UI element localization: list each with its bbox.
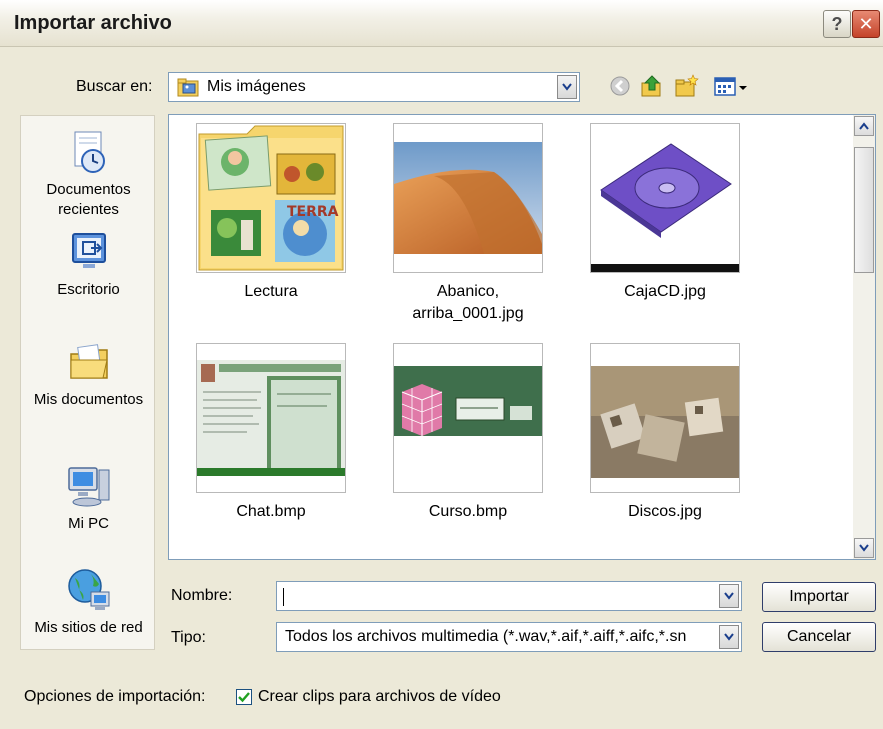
- import-dialog: Importar archivo ? ✕ Buscar en: Mis imág…: [0, 0, 883, 729]
- import-button[interactable]: Importar: [762, 582, 876, 612]
- image-thumbnail: [196, 343, 346, 493]
- checkmark-icon: [238, 692, 250, 703]
- chevron-down-icon: [859, 544, 869, 552]
- file-name: CajaCD.jpg: [624, 283, 706, 300]
- dune-image: [394, 124, 542, 272]
- place-my-documents[interactable]: Mis documentos: [21, 338, 156, 410]
- place-desktop[interactable]: Escritorio: [21, 228, 156, 300]
- place-label: Mis sitios de red: [34, 619, 143, 636]
- file-name: Discos.jpg: [628, 503, 702, 520]
- desktop-icon: [71, 233, 106, 268]
- filetype-dropdown-arrow[interactable]: [719, 625, 739, 649]
- file-name: Chat.bmp: [236, 503, 306, 520]
- chevron-down-icon: [724, 592, 734, 600]
- place-network[interactable]: Mis sitios de red: [21, 566, 156, 638]
- folder-thumbnail: TERRA: [196, 123, 346, 273]
- chevron-down-icon: [724, 633, 734, 641]
- filename-dropdown-arrow[interactable]: [719, 584, 739, 608]
- recent-documents-icon: [74, 131, 105, 173]
- network-places-icon: [67, 569, 109, 610]
- my-computer-icon: [67, 467, 109, 507]
- chevron-down-icon: [562, 83, 572, 91]
- file-list[interactable]: TERRA Lectura Abanico, arriba_0001.jpg C…: [168, 114, 876, 560]
- title-bar[interactable]: Importar archivo ? ✕: [0, 0, 883, 47]
- file-name: Abanico, arriba_0001.jpg: [412, 283, 524, 322]
- place-recent-documents[interactable]: Documentos recientes: [21, 128, 156, 220]
- scroll-up-button[interactable]: [854, 116, 874, 136]
- vertical-scrollbar[interactable]: [853, 115, 875, 559]
- place-label: Documentos recientes: [46, 181, 131, 218]
- help-button[interactable]: ?: [823, 10, 851, 38]
- text-caret: [283, 588, 284, 606]
- new-folder-icon[interactable]: [673, 73, 699, 99]
- filetype-value: Todos los archivos multimedia (*.wav,*.a…: [285, 628, 687, 645]
- cd-case-image: [591, 124, 739, 272]
- up-folder-icon[interactable]: [639, 73, 665, 99]
- lookin-combo[interactable]: Mis imágenes: [168, 72, 580, 102]
- filename-label: Nombre:: [171, 587, 233, 604]
- view-menu-icon[interactable]: [712, 73, 750, 99]
- place-my-computer[interactable]: Mi PC: [21, 462, 156, 534]
- chat-screenshot-image: [197, 344, 345, 492]
- floppy-disks-image: [591, 344, 739, 492]
- import-options-label: Opciones de importación:: [24, 688, 206, 705]
- image-thumbnail: [393, 123, 543, 273]
- back-icon[interactable]: [607, 73, 633, 99]
- close-button[interactable]: ✕: [852, 10, 880, 38]
- lookin-value: Mis imágenes: [207, 78, 306, 95]
- image-thumbnail: [393, 343, 543, 493]
- image-thumbnail: [590, 343, 740, 493]
- scroll-thumb[interactable]: [854, 147, 874, 273]
- my-documents-icon: [69, 344, 108, 379]
- place-label: Mi PC: [68, 515, 109, 532]
- course-screenshot-image: [394, 344, 542, 492]
- lookin-label: Buscar en:: [76, 78, 153, 95]
- lookin-dropdown-arrow[interactable]: [557, 75, 577, 99]
- filetype-label: Tipo:: [171, 629, 206, 646]
- chevron-up-icon: [859, 122, 869, 130]
- file-name: Curso.bmp: [428, 503, 508, 520]
- filename-combo[interactable]: [276, 581, 742, 611]
- image-thumbnail: [590, 123, 740, 273]
- place-label: Escritorio: [57, 281, 120, 298]
- place-label: Mis documentos: [33, 391, 144, 408]
- create-clips-label[interactable]: Crear clips para archivos de vídeo: [258, 688, 501, 706]
- folder-icon: TERRA: [198, 125, 344, 271]
- cancel-button[interactable]: Cancelar: [762, 622, 876, 652]
- scroll-down-button[interactable]: [854, 538, 874, 558]
- folder-images-icon: [177, 78, 199, 97]
- places-bar: Documentos recientes Escritorio Mis docu…: [20, 115, 155, 650]
- file-name: Lectura: [244, 283, 298, 300]
- dialog-title: Importar archivo: [14, 12, 172, 34]
- filetype-combo[interactable]: Todos los archivos multimedia (*.wav,*.a…: [276, 622, 742, 652]
- svg-text:TERRA: TERRA: [287, 204, 339, 220]
- create-clips-checkbox[interactable]: [236, 689, 252, 705]
